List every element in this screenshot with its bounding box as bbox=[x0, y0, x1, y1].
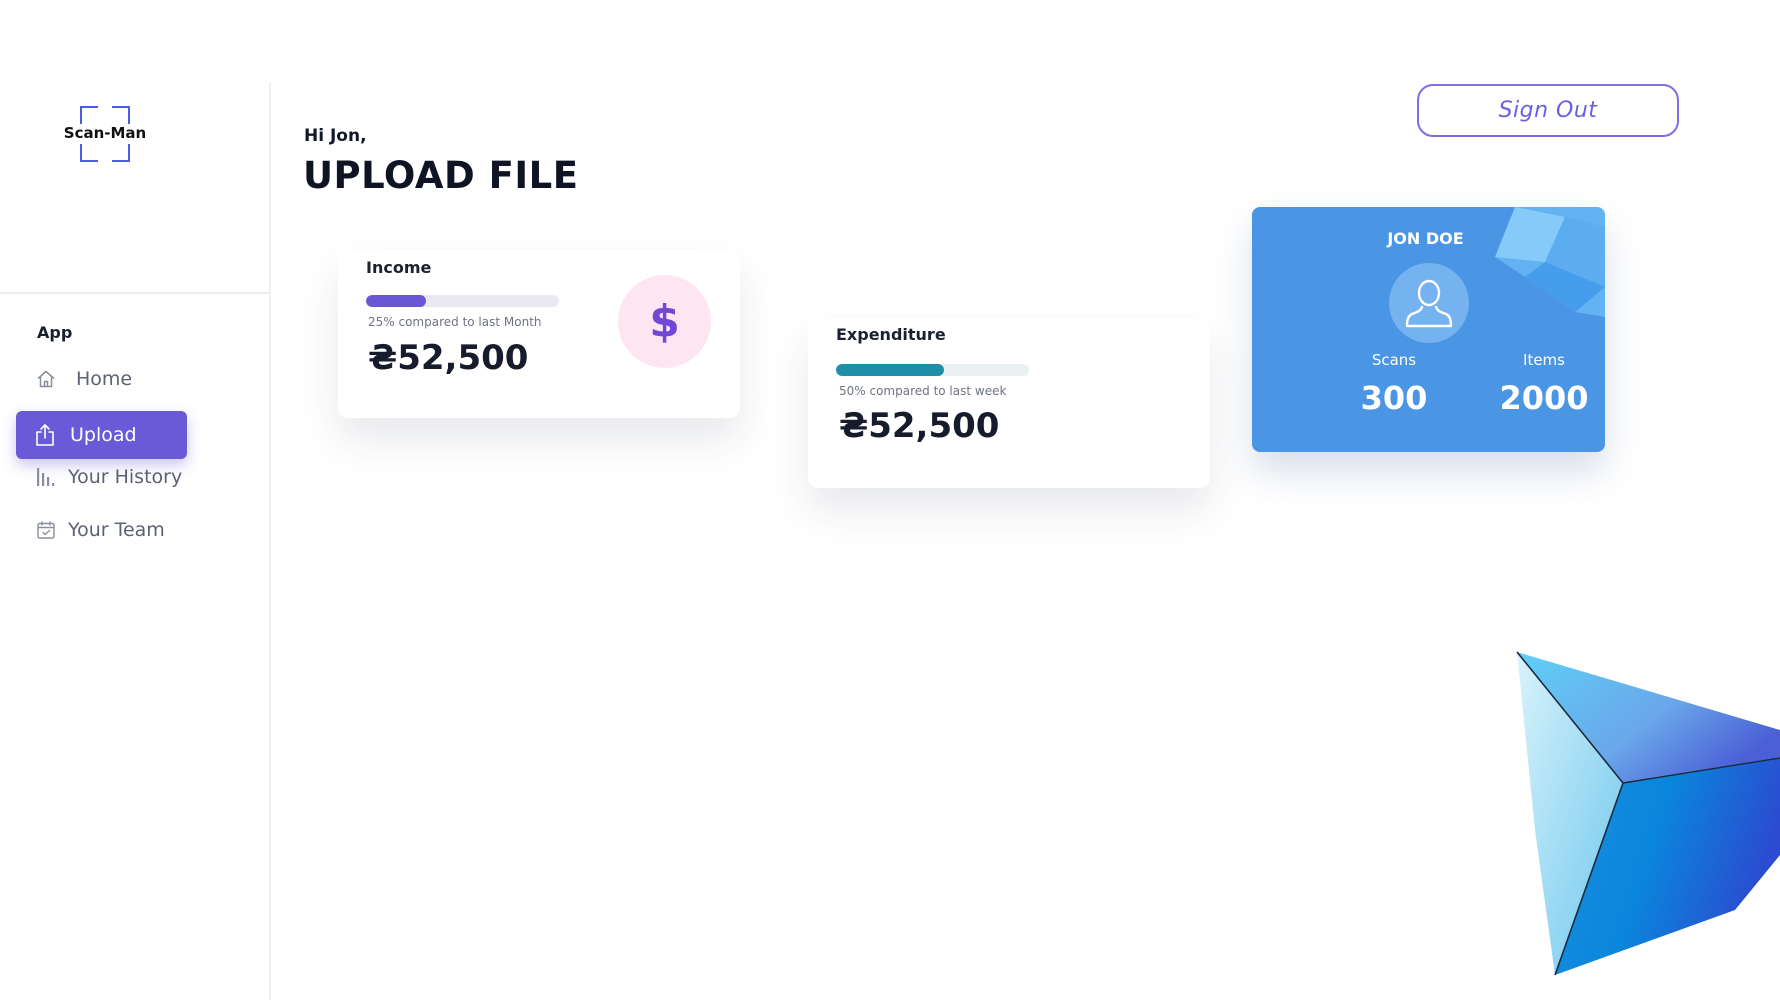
sidebar-item-upload[interactable]: Upload bbox=[16, 411, 187, 459]
income-progress-fill bbox=[366, 295, 427, 307]
sidebar-item-label: Home bbox=[76, 368, 133, 390]
sidebar-border bbox=[269, 82, 271, 1000]
expenditure-progress-fill bbox=[836, 364, 945, 376]
user-icon[interactable] bbox=[1389, 263, 1469, 343]
income-amount: ₴52,500 bbox=[368, 338, 529, 378]
expenditure-comparison: 50% compared to last week bbox=[839, 384, 1007, 398]
sidebar-divider bbox=[0, 292, 269, 294]
sidebar-item-label: Your Team bbox=[68, 519, 165, 541]
logo: Scan-Man bbox=[62, 106, 148, 162]
sidebar-item-label: Your History bbox=[68, 466, 183, 488]
income-comparison: 25% compared to last Month bbox=[368, 315, 542, 329]
income-title: Income bbox=[366, 258, 432, 277]
upload-icon bbox=[34, 424, 56, 446]
logo-corner bbox=[112, 106, 130, 124]
profile-card: JON DOE Scans Items 300 2000 bbox=[1252, 207, 1605, 452]
items-value: 2000 bbox=[1499, 379, 1589, 417]
dollar-icon: $ bbox=[618, 275, 711, 368]
income-card: Income 25% compared to last Month ₴52,50… bbox=[338, 250, 740, 418]
scans-value: 300 bbox=[1360, 379, 1428, 417]
sidebar-item-home[interactable]: Home bbox=[35, 368, 132, 390]
sign-out-button[interactable]: Sign Out bbox=[1417, 84, 1679, 137]
income-progress-bar bbox=[366, 295, 559, 307]
expenditure-title: Expenditure bbox=[836, 325, 946, 344]
sidebar-item-your-team[interactable]: Your Team bbox=[35, 519, 165, 541]
crystal-decoration bbox=[1495, 207, 1605, 317]
sidebar-section-label: App bbox=[37, 323, 73, 342]
scans-label: Scans bbox=[1371, 351, 1417, 369]
expenditure-card: Expenditure 50% compared to last week ₴5… bbox=[808, 318, 1210, 488]
prism-decoration bbox=[1516, 651, 1780, 976]
page-title: UPLOAD FILE bbox=[303, 154, 579, 197]
greeting: Hi Jon, bbox=[304, 126, 367, 146]
expenditure-amount: ₴52,500 bbox=[839, 406, 1000, 446]
profile-name: JON DOE bbox=[1387, 229, 1464, 248]
items-label: Items bbox=[1523, 351, 1565, 369]
logo-text: Scan-Man bbox=[63, 124, 147, 142]
logo-corner bbox=[80, 106, 98, 124]
sidebar-item-label: Upload bbox=[70, 424, 137, 446]
logo-corner bbox=[112, 144, 130, 162]
sign-out-label: Sign Out bbox=[1498, 98, 1598, 123]
home-icon bbox=[35, 368, 57, 390]
calendar-check-icon bbox=[35, 519, 57, 541]
expenditure-progress-bar bbox=[836, 364, 1029, 376]
bar-chart-icon bbox=[35, 466, 57, 488]
logo-corner bbox=[80, 144, 98, 162]
sidebar-item-your-history[interactable]: Your History bbox=[35, 466, 182, 488]
sidebar: Scan-Man App Home Upload Your History Yo… bbox=[0, 0, 270, 1000]
